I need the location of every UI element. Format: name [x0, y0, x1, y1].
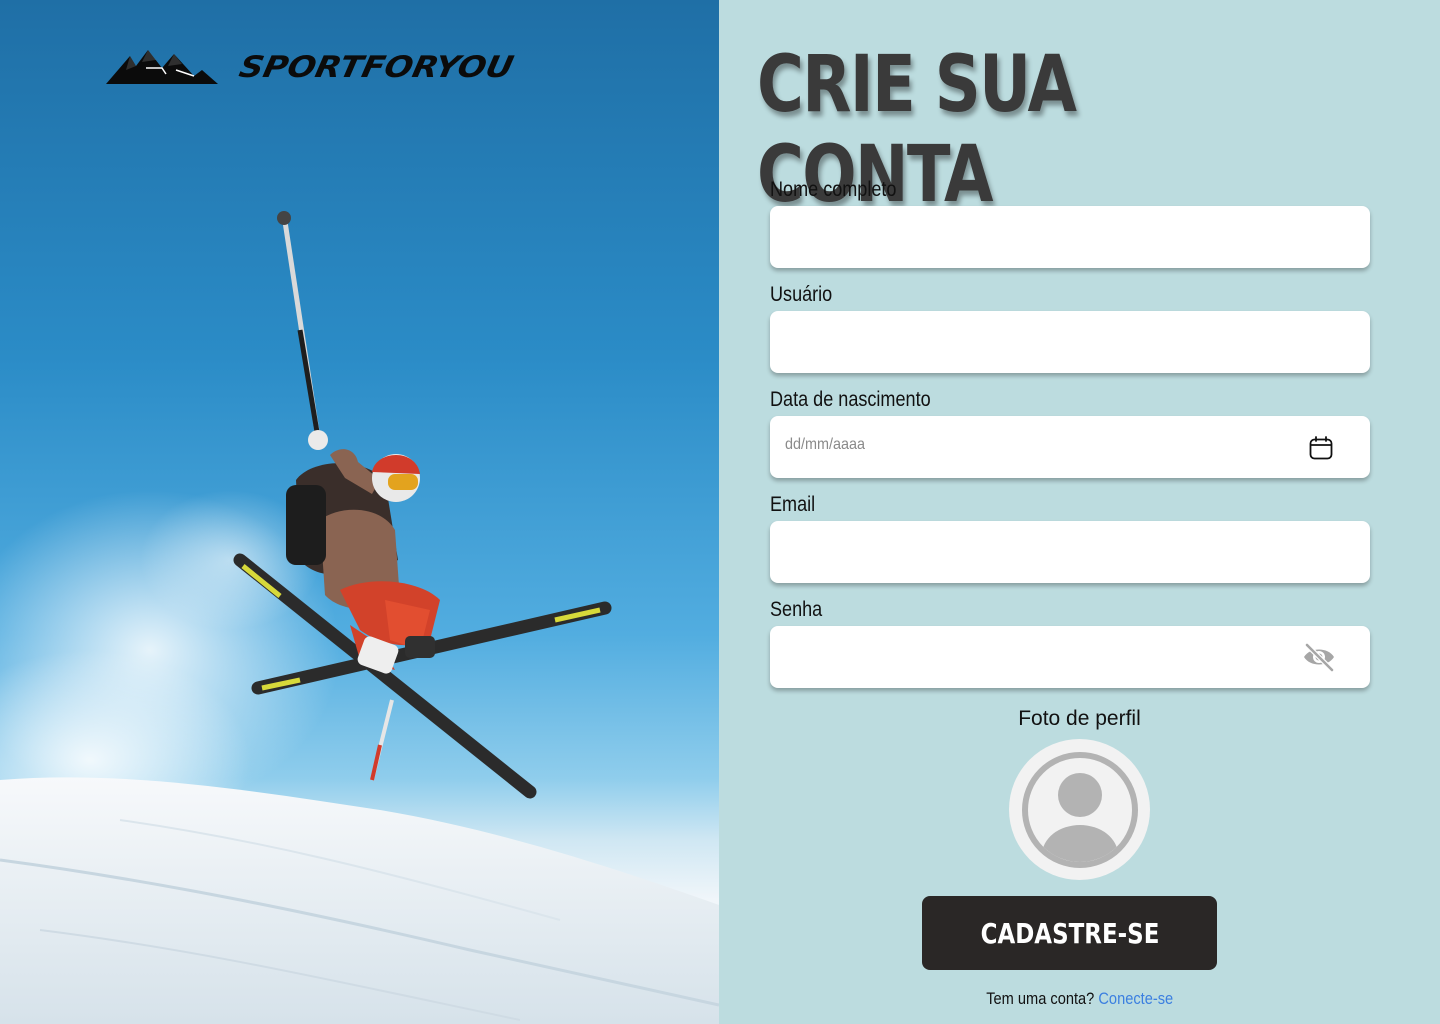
username-input[interactable] — [770, 311, 1370, 373]
brand-name[interactable]: SPORTFORYOU — [236, 48, 516, 83]
profile-photo-picker[interactable] — [1009, 739, 1150, 880]
full-name-label: Nome completo — [770, 178, 897, 201]
birth-date-input[interactable]: dd/mm/aaaa — [770, 416, 1370, 478]
username-label: Usuário — [770, 283, 833, 306]
signup-button-label: CADASTRE-SE — [980, 916, 1159, 950]
login-prompt-text: Tem uma conta? — [986, 989, 1095, 1008]
user-avatar-icon — [1021, 751, 1138, 868]
eye-off-icon[interactable] — [1302, 642, 1336, 672]
email-input[interactable] — [770, 521, 1370, 583]
brand: SPORTFORYOU — [106, 46, 517, 86]
profile-photo-label: Foto de perfil — [1018, 707, 1141, 730]
signup-button[interactable]: CADASTRE-SE — [922, 896, 1217, 970]
login-prompt: Tem uma conta? Conecte-se — [719, 989, 1440, 1009]
mountain-logo-icon — [106, 50, 218, 84]
calendar-icon[interactable] — [1308, 435, 1334, 461]
email-label: Email — [770, 493, 816, 516]
password-input[interactable] — [770, 626, 1370, 688]
signup-panel: CRIE SUA CONTA Nome completo Usuário Dat… — [719, 0, 1440, 1024]
skier-photo — [0, 211, 719, 1024]
full-name-input[interactable] — [770, 206, 1370, 268]
birth-date-placeholder: dd/mm/aaaa — [785, 436, 866, 453]
login-link[interactable]: Conecte-se — [1098, 989, 1173, 1008]
password-label: Senha — [770, 598, 823, 621]
hero-image: SPORTFORYOU — [0, 0, 719, 1024]
birth-date-label: Data de nascimento — [770, 388, 931, 411]
